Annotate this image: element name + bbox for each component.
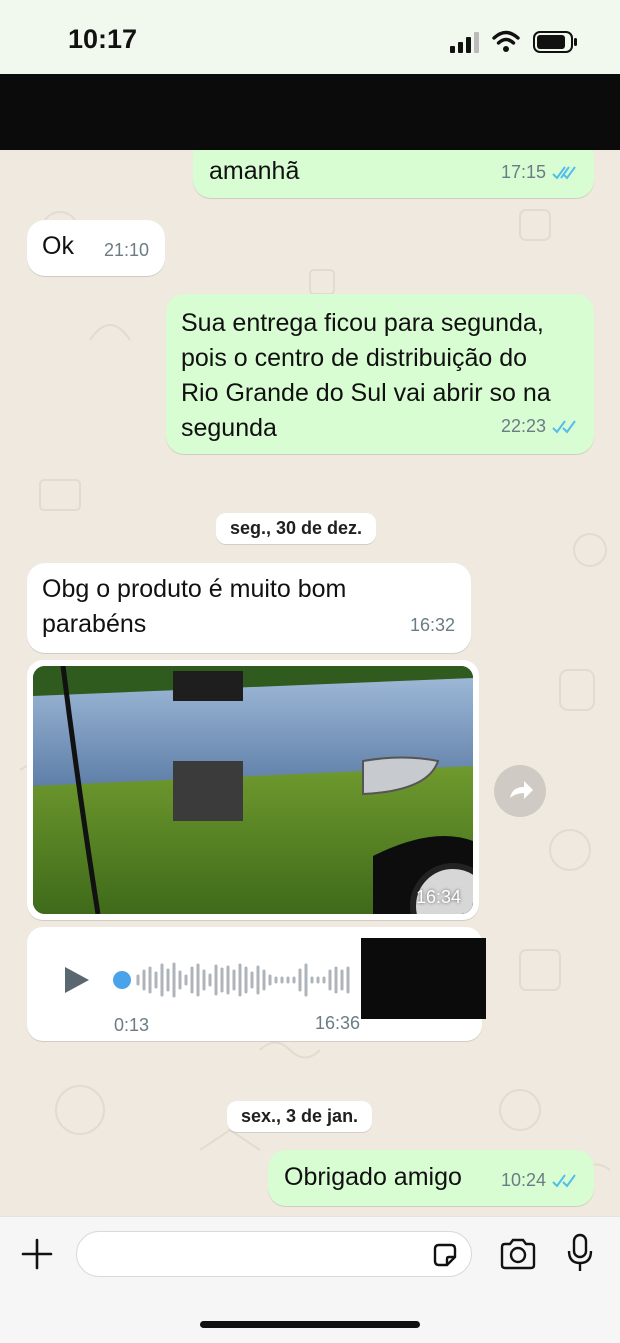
- message-input[interactable]: [76, 1231, 472, 1277]
- message-bubble-outgoing[interactable]: Sua entrega ficou para segunda, pois o c…: [166, 294, 594, 454]
- home-indicator: [200, 1321, 420, 1328]
- read-ticks-icon: [552, 165, 576, 180]
- car-photo[interactable]: [33, 666, 473, 914]
- wifi-icon: [492, 30, 520, 52]
- message-meta: 22:23: [501, 409, 578, 444]
- message-time: 21:10: [103, 240, 149, 260]
- image-message[interactable]: 16:34: [27, 660, 479, 920]
- camera-icon[interactable]: [499, 1237, 537, 1271]
- message-time: 22:23: [500, 416, 546, 436]
- message-text: amanhã: [209, 157, 300, 185]
- message-text: Ok: [42, 232, 74, 260]
- message-time: 16:36: [315, 1013, 361, 1033]
- microphone-icon[interactable]: [566, 1233, 594, 1273]
- read-ticks-icon: [552, 1173, 576, 1188]
- date-separator: sex., 3 de jan.: [227, 1101, 373, 1132]
- message-time: 16:32: [409, 615, 455, 635]
- message-bubble-outgoing[interactable]: amanhã 17:15: [193, 150, 594, 198]
- message-time: 17:15: [500, 162, 546, 182]
- plus-icon[interactable]: [20, 1237, 54, 1271]
- status-icons: [450, 30, 577, 53]
- date-separator: seg., 30 de dez.: [216, 513, 377, 544]
- audio-duration: 0:13: [114, 1015, 150, 1035]
- message-meta: 21:10: [104, 233, 149, 268]
- message-composer: [0, 1216, 620, 1343]
- message-bubble-incoming[interactable]: Obg o produto é muito bom parabéns 16:32: [27, 563, 471, 653]
- forward-button[interactable]: [494, 765, 546, 817]
- play-icon[interactable]: [63, 965, 91, 995]
- message-meta: 17:15: [501, 155, 578, 190]
- chat-area[interactable]: amanhã 17:15 Ok 21:10 Sua entrega ficou …: [0, 150, 620, 1216]
- sticker-icon[interactable]: [431, 1241, 459, 1269]
- read-ticks-icon: [552, 419, 576, 434]
- battery-icon: [533, 31, 577, 53]
- message-time: 10:24: [500, 1170, 546, 1190]
- message-text: Obrigado amigo: [284, 1163, 462, 1191]
- message-text: Sua entrega ficou para segunda, pois o c…: [181, 309, 551, 442]
- message-meta: 16:32: [410, 608, 455, 643]
- message-meta: 10:24: [501, 1163, 578, 1198]
- status-time: 10:17: [68, 24, 138, 54]
- message-bubble-outgoing[interactable]: Obrigado amigo 10:24: [268, 1150, 594, 1206]
- forward-icon: [510, 781, 533, 799]
- message-text: Obg o produto é muito bom parabéns: [42, 575, 347, 638]
- audio-waveform[interactable]: [111, 959, 361, 1001]
- message-time: 16:34: [415, 887, 461, 907]
- signal-icon: [450, 32, 479, 53]
- redacted-avatar: [361, 938, 486, 1019]
- status-bar: 10:17: [0, 0, 620, 74]
- message-bubble-incoming[interactable]: Ok 21:10: [27, 220, 165, 276]
- redacted-header: [0, 74, 620, 150]
